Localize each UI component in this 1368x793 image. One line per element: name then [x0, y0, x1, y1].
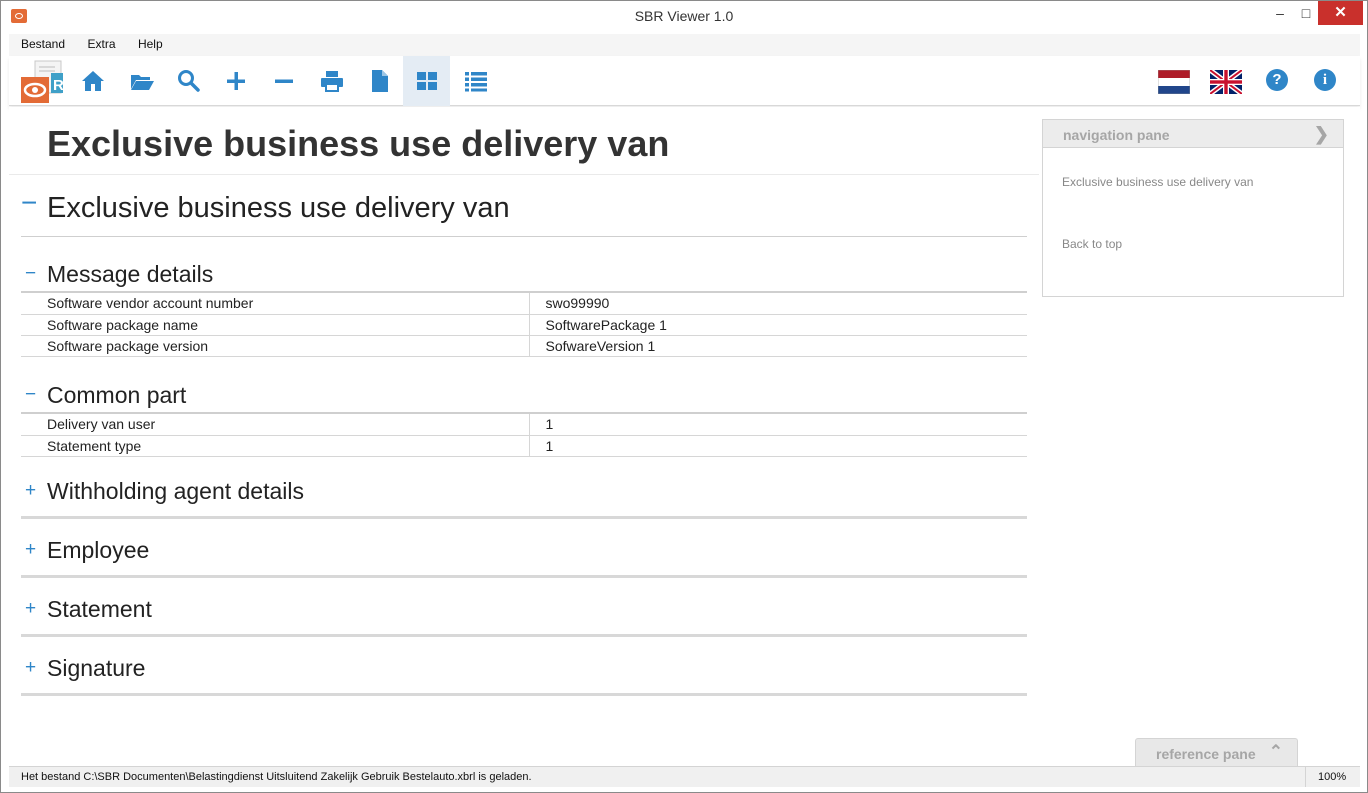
- property-label: Statement type: [21, 435, 529, 457]
- grid-view-button[interactable]: [403, 56, 450, 106]
- property-value: 1: [528, 435, 1027, 457]
- employee-header[interactable]: + Employee: [21, 519, 1027, 578]
- menu-extra[interactable]: Extra: [76, 34, 122, 51]
- table-row: Delivery van user 1: [21, 414, 1027, 436]
- app-window: SBR Viewer 1.0 – □ ✕ Bestand Extra Help …: [0, 0, 1368, 793]
- grid-view-icon: [416, 72, 437, 90]
- menu-help[interactable]: Help: [126, 34, 169, 51]
- message-details-section: − Message details Software vendor accoun…: [21, 253, 1027, 357]
- info-icon[interactable]: i: [1314, 69, 1336, 91]
- document-header: Exclusive business use delivery van: [9, 107, 1039, 175]
- collapse-icon[interactable]: −: [25, 263, 36, 285]
- sbr-viewer-logo: R: [21, 59, 65, 103]
- print-icon: [320, 71, 343, 92]
- collapse-icon[interactable]: −: [21, 187, 37, 219]
- menu-bar: Bestand Extra Help: [9, 34, 1360, 56]
- navigation-pane-title: navigation pane: [1063, 127, 1170, 143]
- title-bar: SBR Viewer 1.0 – □ ✕: [1, 1, 1367, 32]
- section-title: Signature: [47, 655, 146, 681]
- expand-icon[interactable]: +: [25, 480, 36, 502]
- window-title: SBR Viewer 1.0: [634, 8, 734, 24]
- document-icon: [371, 70, 388, 92]
- expand-icon[interactable]: +: [25, 539, 36, 561]
- help-icon[interactable]: ?: [1266, 69, 1288, 91]
- list-view-button[interactable]: [452, 56, 499, 106]
- table-row: Software vendor account number swo99990: [21, 293, 1027, 315]
- property-label: Software vendor account number: [21, 293, 529, 315]
- uk-flag-icon[interactable]: [1208, 68, 1244, 96]
- table-row: Software package version SofwareVersion …: [21, 335, 1027, 357]
- search-button[interactable]: [165, 56, 212, 106]
- home-button[interactable]: [69, 56, 116, 106]
- zoom-level: 100%: [1305, 767, 1360, 787]
- svg-text:R: R: [53, 77, 64, 94]
- zoom-in-button[interactable]: [212, 56, 259, 106]
- page-title: Exclusive business use delivery van: [47, 123, 670, 164]
- print-button[interactable]: [308, 56, 355, 106]
- home-icon: [81, 71, 104, 91]
- section-title: Common part: [47, 382, 187, 408]
- withholding-agent-section: + Withholding agent details: [21, 460, 1027, 519]
- property-value: 1: [528, 414, 1027, 436]
- zoom-in-icon: [226, 72, 245, 90]
- section-title: Withholding agent details: [47, 478, 304, 504]
- open-folder-icon: [130, 75, 154, 90]
- reference-pane-tab[interactable]: reference pane ⌃: [1135, 738, 1298, 766]
- chevron-up-icon[interactable]: ⌃: [1269, 742, 1283, 762]
- property-label: Software package version: [21, 335, 529, 357]
- common-part-table: Delivery van user 1 Statement type 1: [21, 414, 1027, 457]
- navigation-pane: navigation pane ❯ Exclusive business use…: [1042, 119, 1344, 297]
- open-button[interactable]: [118, 56, 165, 106]
- collapse-icon[interactable]: −: [25, 384, 36, 406]
- table-row: Statement type 1: [21, 435, 1027, 457]
- dutch-flag-icon[interactable]: [1157, 69, 1191, 95]
- common-part-section: − Common part Delivery van user 1 Statem…: [21, 374, 1027, 457]
- main-section-title: Exclusive business use delivery van: [47, 192, 510, 224]
- chevron-right-icon[interactable]: ❯: [1314, 124, 1329, 145]
- reference-pane-title: reference pane: [1156, 746, 1256, 762]
- expand-icon[interactable]: +: [25, 657, 36, 679]
- close-button[interactable]: ✕: [1318, 1, 1363, 25]
- maximize-button[interactable]: □: [1291, 1, 1321, 25]
- withholding-agent-header[interactable]: + Withholding agent details: [21, 460, 1027, 519]
- nav-link-back-to-top[interactable]: Back to top: [1062, 237, 1122, 251]
- property-label: Software package name: [21, 314, 529, 336]
- status-bar: Het bestand C:\SBR Documenten\Belastingd…: [9, 766, 1360, 787]
- statement-section: + Statement: [21, 578, 1027, 637]
- expand-icon[interactable]: +: [25, 598, 36, 620]
- statement-header[interactable]: + Statement: [21, 578, 1027, 637]
- property-value: swo99990: [528, 293, 1027, 315]
- toolbar: R ? i: [9, 56, 1360, 106]
- search-icon: [177, 70, 200, 92]
- navigation-pane-header[interactable]: navigation pane ❯: [1043, 120, 1343, 148]
- list-view-icon: [464, 72, 487, 92]
- menu-bestand[interactable]: Bestand: [9, 34, 71, 51]
- table-row: Software package name SoftwarePackage 1: [21, 314, 1027, 336]
- employee-section: + Employee: [21, 519, 1027, 578]
- signature-section: + Signature: [21, 637, 1027, 696]
- property-value: SoftwarePackage 1: [528, 314, 1027, 336]
- zoom-out-button[interactable]: [260, 56, 307, 106]
- property-value: SofwareVersion 1: [528, 335, 1027, 357]
- message-details-table: Software vendor account number swo99990 …: [21, 293, 1027, 357]
- section-title: Message details: [47, 261, 214, 287]
- message-details-header[interactable]: − Message details: [21, 253, 1027, 293]
- zoom-out-icon: [274, 79, 293, 83]
- nav-link-document[interactable]: Exclusive business use delivery van: [1062, 175, 1253, 189]
- property-label: Delivery van user: [21, 414, 529, 436]
- section-title: Employee: [47, 537, 150, 563]
- status-message: Het bestand C:\SBR Documenten\Belastingd…: [21, 771, 532, 783]
- signature-header[interactable]: + Signature: [21, 637, 1027, 696]
- common-part-header[interactable]: − Common part: [21, 374, 1027, 414]
- document-button[interactable]: [356, 56, 403, 106]
- section-title: Statement: [47, 596, 152, 622]
- main-section-header[interactable]: − Exclusive business use delivery van: [21, 177, 1027, 237]
- document-area: Exclusive business use delivery van − Ex…: [9, 107, 1360, 766]
- main-section: − Exclusive business use delivery van: [21, 177, 1027, 237]
